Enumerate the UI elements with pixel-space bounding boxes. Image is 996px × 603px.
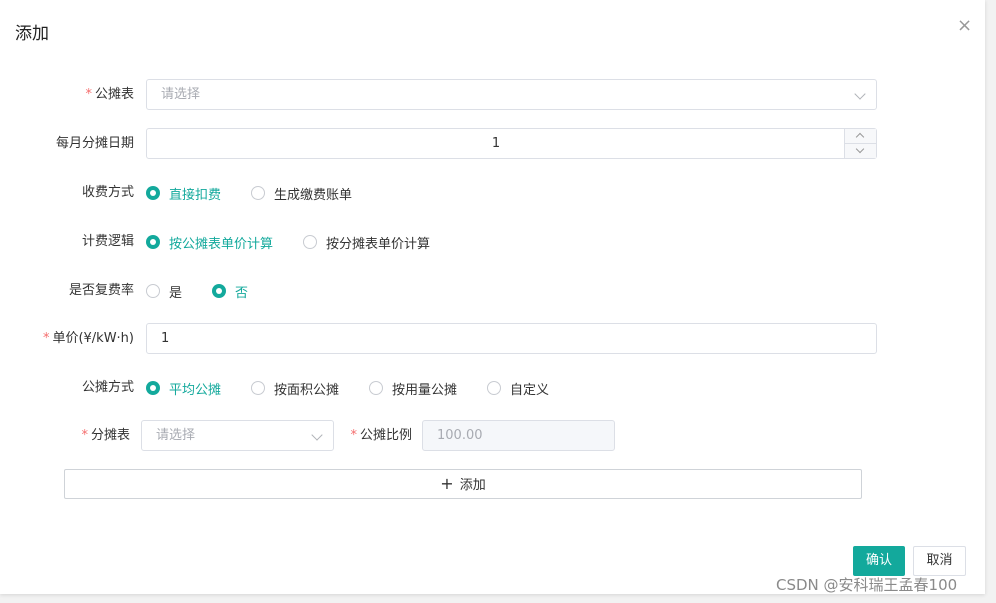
close-icon[interactable]: × [957,16,972,36]
radio-dot-icon [251,186,266,200]
add-row-label: 添加 [459,478,486,493]
share-ratio-value: 100.00 [437,428,483,443]
radio-direct-deduct[interactable]: 直接扣费 [146,184,221,203]
charge-method-radio-group: 直接扣费 生成缴费账单 [146,177,382,209]
radio-custom-share[interactable]: 自定义 [487,379,549,398]
radio-generate-bill[interactable]: 生成缴费账单 [251,184,352,203]
monthly-day-value: 1 [491,136,501,151]
form-row-sub-table: * 分摊表 请选择 * 公摊比例 100.00 [0,420,985,452]
unit-price-label: * 单价(¥/kW·h) [42,331,134,346]
radio-average-share[interactable]: 平均公摊 [146,379,221,398]
radio-compound-no[interactable]: 否 [212,282,248,301]
sub-table-label: * 分摊表 [81,428,130,443]
unit-price-input[interactable]: 1 [146,323,877,354]
form-row-share-method: 公摊方式 平均公摊 按面积公摊 按用量公摊 自定义 [0,372,985,404]
radio-by-sub-table-price[interactable]: 按分摊表单价计算 [303,233,430,252]
share-table-select[interactable]: 请选择 [146,79,877,110]
chevron-down-icon [311,429,323,441]
chevron-down-icon [854,88,866,100]
cancel-button[interactable]: 取消 [913,546,966,576]
radio-dot-icon [487,381,502,395]
share-method-radio-group: 平均公摊 按面积公摊 按用量公摊 自定义 [146,372,579,404]
sub-table-placeholder: 请选择 [156,428,196,443]
watermark-text: CSDN @安科瑞王孟春100 [776,576,958,594]
radio-by-share-table-price[interactable]: 按公摊表单价计算 [146,233,273,252]
share-table-placeholder: 请选择 [161,87,201,102]
monthly-day-label: 每月分摊日期 [55,136,134,151]
radio-usage-share[interactable]: 按用量公摊 [369,379,457,398]
form-row-billing-logic: 计费逻辑 按公摊表单价计算 按分摊表单价计算 [0,226,985,258]
billing-logic-label: 计费逻辑 [81,234,134,249]
form-row-charge-method: 收费方式 直接扣费 生成缴费账单 [0,177,985,209]
share-ratio-input[interactable]: 100.00 [422,420,615,451]
number-stepper [844,129,876,158]
radio-dot-icon [303,235,318,249]
share-method-label: 公摊方式 [81,380,134,395]
radio-dot-icon [146,284,160,298]
chevron-down-icon [855,144,865,154]
radio-dot-icon [146,235,160,249]
compound-rate-radio-group: 是 否 [146,275,278,307]
form-row-compound-rate: 是否复费率 是 否 [0,275,985,307]
form-row-unit-price: * 单价(¥/kW·h) 1 [0,323,985,355]
charge-method-label: 收费方式 [81,185,134,200]
dialog-title: 添加 [15,24,49,44]
share-table-label: * 公摊表 [85,87,134,102]
unit-price-value: 1 [161,331,170,346]
radio-dot-icon [146,381,160,395]
confirm-button[interactable]: 确认 [853,546,905,576]
increment-button[interactable] [845,129,876,144]
chevron-up-icon [855,132,865,142]
billing-logic-radio-group: 按公摊表单价计算 按分摊表单价计算 [146,226,460,258]
radio-dot-icon [369,381,384,395]
radio-area-share[interactable]: 按面积公摊 [251,379,339,398]
compound-rate-label: 是否复费率 [68,283,134,298]
form-row-monthly-day: 每月分摊日期 1 [0,128,985,160]
radio-dot-icon [146,186,160,200]
monthly-day-input[interactable]: 1 [146,128,877,159]
share-ratio-label: * 公摊比例 [350,428,412,443]
sub-table-select[interactable]: 请选择 [141,420,334,451]
decrement-button[interactable] [845,144,876,158]
radio-compound-yes[interactable]: 是 [146,282,182,301]
form-row-share-table: * 公摊表 请选择 [0,79,985,111]
plus-icon: + [440,474,454,493]
add-dialog: 添加 × * 公摊表 请选择 每月分摊日期 1 收费方式 直接扣费 生成缴费账单 … [0,0,985,594]
add-row-button[interactable]: + 添加 [64,469,862,499]
radio-dot-icon [251,381,266,395]
radio-dot-icon [212,284,227,298]
